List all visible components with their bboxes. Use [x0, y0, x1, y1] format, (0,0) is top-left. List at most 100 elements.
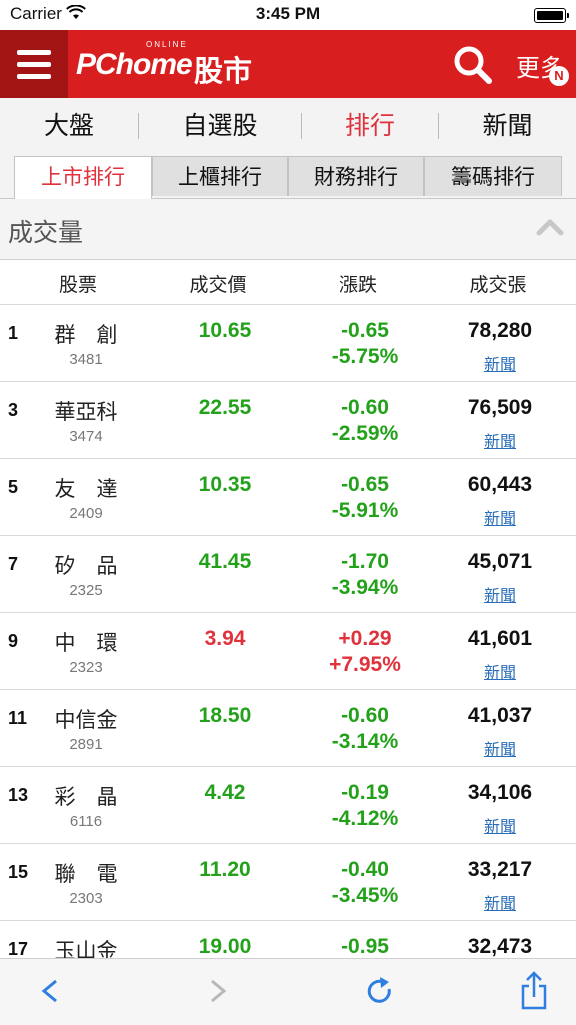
- rank-number: 7: [8, 554, 19, 574]
- tab-market[interactable]: 大盤: [0, 98, 138, 154]
- rank-number: 3: [8, 400, 19, 420]
- percent-change: -3.94%: [331, 576, 399, 599]
- app-header: ONLINE PChome 股市 更多 N: [0, 30, 576, 98]
- news-link[interactable]: 新聞: [430, 505, 570, 529]
- stock-code: 3474: [69, 428, 103, 445]
- rank-number: 5: [8, 477, 19, 497]
- percent-change: -3.45%: [331, 884, 399, 907]
- stock-code: 2303: [69, 890, 103, 907]
- stock-price: 10.35: [198, 473, 252, 496]
- trade-volume: 76,509: [467, 396, 533, 419]
- percent-change: -3.14%: [331, 730, 399, 753]
- status-bar: Carrier 3:45 PM: [0, 0, 576, 30]
- table-row[interactable]: 5 友 達 2409 10.35 -0.65 -5.91% 60,443 新聞: [0, 459, 576, 536]
- stock-code: 2409: [69, 505, 103, 522]
- header-stock: 股票: [58, 274, 97, 296]
- browser-toolbar: [0, 958, 576, 1025]
- stock-name[interactable]: 矽 品: [36, 550, 136, 580]
- trade-volume: 41,037: [467, 704, 533, 727]
- stock-price: 10.65: [198, 319, 252, 342]
- subtab-chips-ranking[interactable]: 籌碼排行: [424, 156, 562, 196]
- clock: 3:45 PM: [255, 4, 321, 23]
- main-tabs: 大盤 自選股 排行 新聞: [0, 98, 576, 154]
- rank-number: 9: [8, 631, 19, 651]
- tab-news[interactable]: 新聞: [439, 98, 576, 154]
- share-icon[interactable]: [512, 969, 556, 1013]
- stock-price: 4.42: [204, 781, 246, 804]
- price-change: -0.60: [341, 704, 389, 727]
- news-link[interactable]: 新聞: [430, 351, 570, 375]
- table-header: 股票 成交價 漲跌 成交張: [0, 260, 576, 305]
- price-change: -0.60: [341, 396, 389, 419]
- price-change: -0.40: [341, 858, 389, 881]
- notification-badge: N: [549, 66, 569, 86]
- tab-ranking[interactable]: 排行: [302, 98, 438, 154]
- stock-code: 6116: [69, 813, 103, 830]
- trade-volume: 78,280: [467, 319, 533, 342]
- rank-number: 17: [8, 939, 29, 959]
- price-change: -0.65: [341, 473, 389, 496]
- stock-code: 3481: [69, 351, 103, 368]
- subtab-financial-ranking[interactable]: 財務排行: [288, 156, 424, 196]
- rank-number: 15: [8, 862, 29, 882]
- table-row[interactable]: 1 群 創 3481 10.65 -0.65 -5.75% 78,280 新聞: [0, 305, 576, 382]
- section-title: 成交量: [8, 218, 84, 247]
- news-link[interactable]: 新聞: [430, 659, 570, 683]
- table-row[interactable]: 7 矽 品 2325 41.45 -1.70 -3.94% 45,071 新聞: [0, 536, 576, 613]
- forward-chevron-icon[interactable]: [196, 969, 240, 1013]
- stock-code: 2891: [69, 736, 103, 753]
- trade-volume: 41,601: [467, 627, 533, 650]
- table-row[interactable]: 9 中 環 2323 3.94 +0.29 +7.95% 41,601 新聞: [0, 613, 576, 690]
- tab-watchlist[interactable]: 自選股: [139, 98, 301, 154]
- trade-volume: 60,443: [467, 473, 533, 496]
- table-row[interactable]: 3 華亞科 3474 22.55 -0.60 -2.59% 76,509 新聞: [0, 382, 576, 459]
- stock-name[interactable]: 華亞科: [36, 396, 136, 426]
- trade-volume: 33,217: [467, 858, 533, 881]
- news-link[interactable]: 新聞: [430, 813, 570, 837]
- trade-volume: 32,473: [467, 935, 533, 958]
- percent-change: -4.12%: [331, 807, 399, 830]
- header-change: 漲跌: [338, 274, 377, 296]
- stock-code: 2325: [69, 582, 103, 599]
- stock-name[interactable]: 中 環: [36, 627, 136, 657]
- subtab-otc-ranking[interactable]: 上櫃排行: [152, 156, 288, 196]
- header-volume: 成交張: [469, 274, 527, 296]
- price-change: -1.70: [341, 550, 389, 573]
- stock-name[interactable]: 群 創: [36, 319, 136, 349]
- table-row[interactable]: 11 中信金 2891 18.50 -0.60 -3.14% 41,037 新聞: [0, 690, 576, 767]
- ranking-sub-tabs: 上市排行 上櫃排行 財務排行 籌碼排行: [0, 154, 576, 199]
- stock-price: 41.45: [198, 550, 252, 573]
- logo-brand-text: PChome: [76, 48, 193, 81]
- hamburger-menu-icon[interactable]: [0, 30, 68, 98]
- news-link[interactable]: 新聞: [430, 736, 570, 760]
- percent-change: -5.75%: [331, 345, 399, 368]
- price-change: -0.65: [341, 319, 389, 342]
- battery-icon: [534, 8, 569, 23]
- percent-change: +7.95%: [329, 653, 401, 676]
- chevron-up-icon[interactable]: [536, 217, 564, 241]
- rank-number: 1: [8, 323, 19, 343]
- price-change: -0.95: [341, 935, 389, 958]
- news-link[interactable]: 新聞: [430, 428, 570, 452]
- percent-change: -5.91%: [331, 499, 399, 522]
- logo-cn-text: 股市: [194, 54, 253, 88]
- stock-name[interactable]: 聯 電: [36, 858, 136, 888]
- back-chevron-icon[interactable]: [28, 969, 72, 1013]
- stock-price: 19.00: [198, 935, 252, 958]
- stock-code: 2323: [69, 659, 103, 676]
- section-header[interactable]: 成交量: [0, 199, 576, 260]
- stock-name[interactable]: 彩 晶: [36, 781, 136, 811]
- table-row[interactable]: 15 聯 電 2303 11.20 -0.40 -3.45% 33,217 新聞: [0, 844, 576, 921]
- subtab-listed-ranking[interactable]: 上市排行: [14, 156, 152, 199]
- price-change: -0.19: [341, 781, 389, 804]
- price-change: +0.29: [338, 627, 392, 650]
- trade-volume: 45,071: [467, 550, 533, 573]
- stock-name[interactable]: 中信金: [36, 704, 136, 734]
- reload-icon[interactable]: [358, 969, 402, 1013]
- search-icon[interactable]: [452, 44, 494, 86]
- news-link[interactable]: 新聞: [430, 890, 570, 914]
- news-link[interactable]: 新聞: [430, 582, 570, 606]
- stock-name[interactable]: 友 達: [36, 473, 136, 503]
- table-row[interactable]: 13 彩 晶 6116 4.42 -0.19 -4.12% 34,106 新聞: [0, 767, 576, 844]
- stock-price: 18.50: [198, 704, 252, 727]
